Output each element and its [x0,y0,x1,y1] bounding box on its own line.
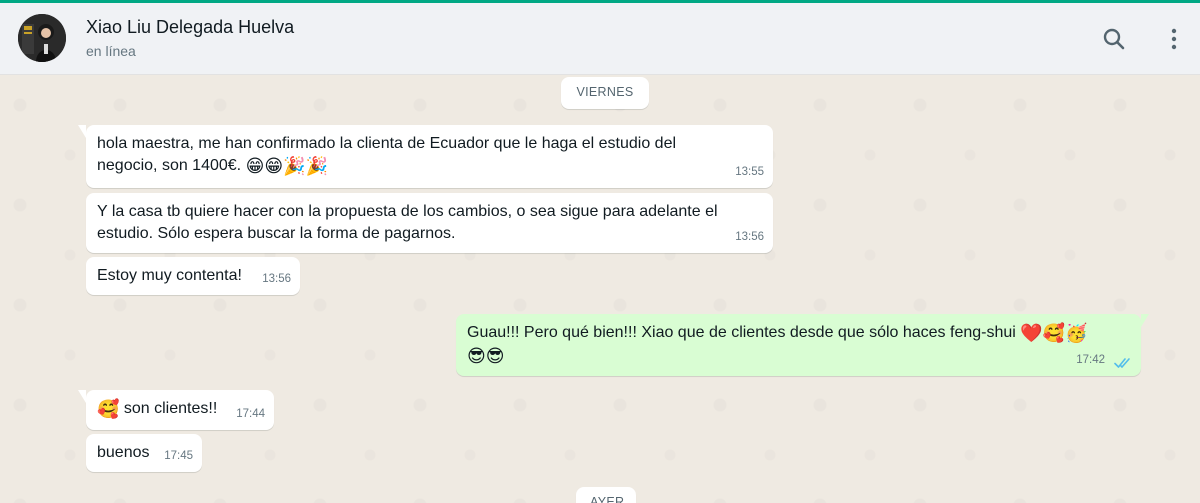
avatar[interactable] [18,14,66,62]
message-line-text: negocio, son 1400€. [97,157,242,174]
whatsapp-chat-window: Xiao Liu Delegada Huelva en línea VIERNE… [0,0,1200,503]
bubble-tail [78,390,86,403]
message-text: hola maestra, me han confirmado la clien… [97,133,676,178]
message-line: Estoy muy contenta! [97,267,242,284]
grin-emoji: 😁 [264,156,284,177]
message-time: 13:55 [735,166,764,178]
bubble-tail [1141,314,1149,327]
party-face-emoji: 🥳 [1065,323,1088,344]
avatar-image [18,14,66,62]
message-line-text: Guau!!! Pero qué bien!!! Xiao que de cli… [467,324,1016,341]
grin-emoji: 😁 [245,156,265,177]
message-time: 13:56 [735,231,764,243]
message-time: 13:56 [262,273,291,285]
message-line: hola maestra, me han confirmado la clien… [97,135,677,152]
message-list[interactable]: VIERNES hola maestra, me han confirmado … [0,75,1200,503]
message-time: 17:44 [236,408,265,420]
incoming-message[interactable]: buenos 17:45 [86,434,202,472]
contact-name[interactable]: Xiao Liu Delegada Huelva [86,17,294,38]
incoming-message[interactable]: 🥰 son clientes!! 17:44 [78,390,274,430]
incoming-message[interactable]: hola maestra, me han confirmado la clien… [78,125,773,188]
message-line: 🥰 son clientes!! [97,398,217,421]
date-chip: AYER [576,487,636,503]
menu-button[interactable] [1160,25,1188,53]
message-line: negocio, son 1400€. 😁😁🎉🎉 [97,155,676,178]
message-text: buenos [97,442,150,464]
message-text: Guau!!! Pero qué bien!!! Xiao que de cli… [467,322,1088,368]
message-time: 17:42 [1076,354,1105,366]
message-line-text: son clientes!! [123,400,218,417]
kebab-menu-icon [1171,28,1177,50]
message-text: Y la casa tb quiere hacer con la propues… [97,201,718,245]
message-line: Y la casa tb quiere hacer con la propues… [97,203,718,220]
message-time: 17:45 [164,450,193,462]
incoming-message[interactable]: Estoy muy contenta! 13:56 [86,257,300,295]
message-text: 🥰 son clientes!! [97,398,217,421]
date-chip: VIERNES [561,77,649,109]
chat-header: Xiao Liu Delegada Huelva en línea [0,3,1200,75]
date-chip-label: AYER [590,495,625,503]
contact-status: en línea [86,43,136,59]
search-button[interactable] [1100,25,1128,53]
incoming-message[interactable]: Y la casa tb quiere hacer con la propues… [86,193,773,253]
smiling-hearts-emoji: 🥰 [1042,323,1066,344]
party-popper-emoji: 🎉 [305,156,328,177]
date-chip-label: VIERNES [576,85,634,99]
bubble-tail [78,125,86,138]
message-line: buenos [97,444,150,461]
sunglasses-emoji: 😎 [467,346,486,367]
message-line: 😎😎 [467,345,1088,368]
sunglasses-emoji: 😎 [485,346,505,367]
red-heart-emoji: ❤️ [1020,323,1043,344]
message-line: estudio. Sólo espera buscar la forma de … [97,225,456,242]
smiling-hearts-emoji: 🥰 [97,399,120,420]
party-popper-emoji: 🎉 [283,156,306,177]
message-text: Estoy muy contenta! [97,265,242,287]
search-icon [1103,28,1125,50]
double-check-read-icon [1114,358,1130,368]
outgoing-message[interactable]: Guau!!! Pero qué bien!!! Xiao que de cli… [456,314,1149,376]
message-line: Guau!!! Pero qué bien!!! Xiao que de cli… [467,322,1088,345]
